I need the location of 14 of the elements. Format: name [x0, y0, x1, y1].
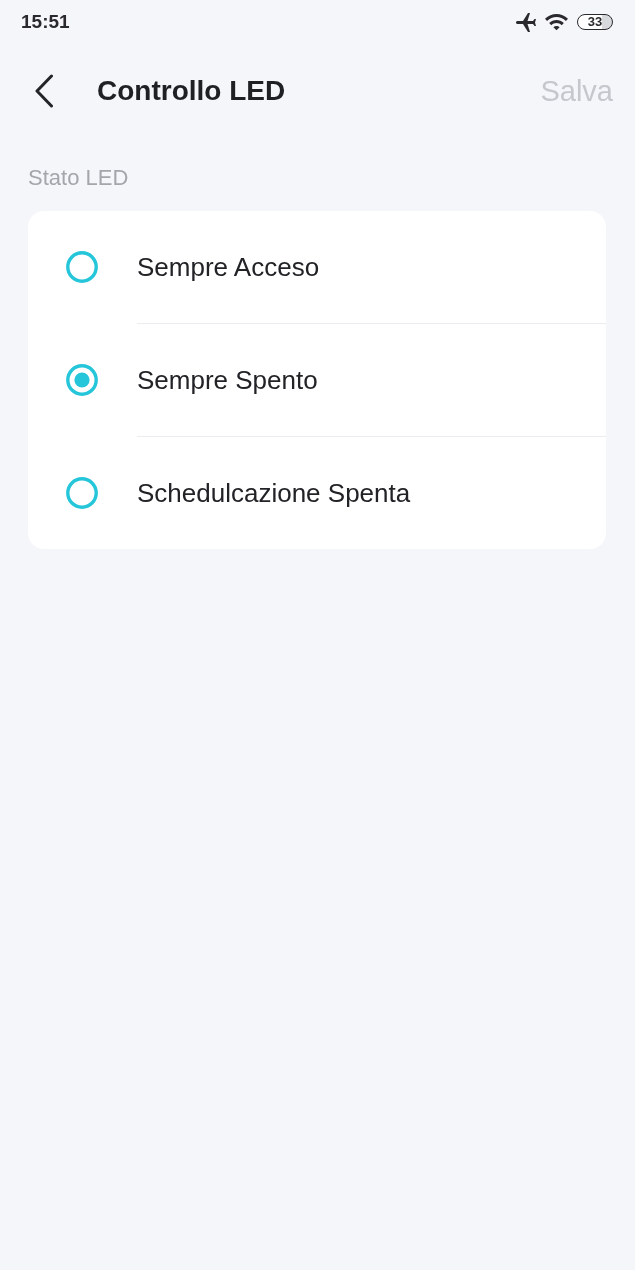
option-label: Sempre Spento	[137, 364, 318, 396]
back-icon	[34, 74, 54, 108]
radio-button[interactable]	[66, 251, 98, 283]
status-time: 15:51	[21, 11, 70, 33]
section-title: Stato LED	[28, 165, 129, 191]
option-label: Sempre Acceso	[137, 251, 320, 283]
airplane-mode-icon	[516, 12, 536, 32]
option-label: Schedulcazione Spenta	[137, 477, 411, 509]
back-button[interactable]	[33, 73, 55, 109]
wifi-icon	[545, 13, 568, 31]
page-title: Controllo LED	[97, 74, 286, 108]
radio-button[interactable]	[66, 477, 98, 509]
radio-button[interactable]	[66, 364, 98, 396]
battery-indicator: 33	[577, 14, 613, 30]
